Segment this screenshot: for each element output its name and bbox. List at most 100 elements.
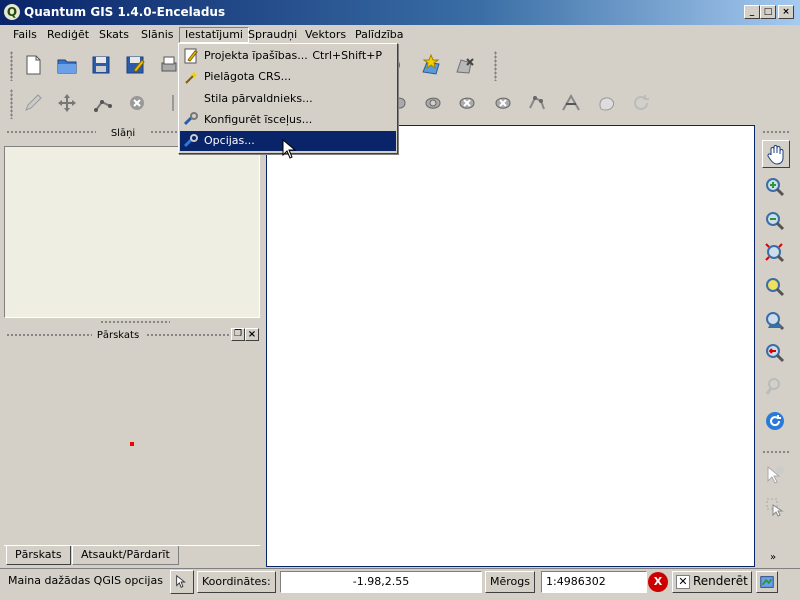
zoom-out-button[interactable]: [762, 208, 788, 234]
menu-layer[interactable]: Slānis: [136, 27, 179, 43]
maximize-button[interactable]: □: [760, 5, 776, 19]
node-tool-button[interactable]: [90, 90, 116, 116]
add-island-icon: [425, 97, 441, 109]
refresh-button[interactable]: [762, 408, 788, 434]
menu-help[interactable]: Palīdzība: [350, 27, 409, 43]
identify-button[interactable]: [762, 462, 788, 488]
toolbar-grip[interactable]: [762, 450, 790, 454]
render-checkbox-box[interactable]: ✕: [676, 575, 690, 589]
stop-render-icon[interactable]: X: [648, 572, 668, 592]
save-as-button[interactable]: [122, 52, 148, 78]
star-map-icon: [422, 54, 440, 75]
layers-panel-title: Slāņi: [110, 128, 136, 139]
delete-selected-button[interactable]: [124, 90, 150, 116]
new-bookmark-button[interactable]: [418, 52, 444, 78]
toggle-editing-button[interactable]: [20, 90, 46, 116]
shortcuts-icon: [183, 112, 198, 126]
menu-item-custom-crs[interactable]: Pielāgota CRS...: [180, 67, 396, 87]
open-project-button[interactable]: [54, 52, 80, 78]
scale-label: Mērogs: [485, 571, 535, 593]
delete-ring-icon: [459, 97, 475, 109]
toolbar-grip[interactable]: [762, 130, 790, 134]
move-feature-button[interactable]: [54, 90, 80, 116]
zoom-next-icon: [765, 378, 780, 395]
minimize-button[interactable]: _: [744, 5, 760, 19]
save-project-button[interactable]: [88, 52, 114, 78]
merge-features-button[interactable]: [594, 90, 620, 116]
panel-grip[interactable]: [6, 130, 96, 134]
print-icon: [161, 56, 177, 72]
coordinate-label: Koordinātes:: [197, 571, 276, 593]
menu-settings[interactable]: Iestatījumi: [179, 27, 249, 43]
menu-file[interactable]: Fails: [8, 27, 42, 43]
close-button[interactable]: ×: [778, 5, 794, 19]
toggle-extents-button[interactable]: [170, 570, 194, 594]
close-panel-button[interactable]: ×: [245, 328, 259, 341]
rotate-icon: [634, 95, 649, 110]
toolbar-grip[interactable]: [10, 89, 13, 119]
qgis-logo-icon: Q: [4, 4, 20, 20]
zoom-next-button[interactable]: [762, 374, 788, 400]
projection-icon: [760, 576, 774, 588]
delete-ring-button[interactable]: [454, 90, 480, 116]
toolbar-grip[interactable]: [10, 51, 13, 81]
layers-list[interactable]: [4, 146, 260, 318]
panel-grip[interactable]: [6, 333, 92, 337]
file-toolbar: [0, 47, 800, 85]
move-arrows-icon: [58, 94, 76, 112]
open-folder-icon: [57, 59, 77, 74]
menu-item-style-manager[interactable]: Stila pārvaldnieks...: [180, 89, 396, 109]
menu-plugins[interactable]: Spraudņi: [243, 27, 302, 43]
reshape-features-button[interactable]: [524, 90, 550, 116]
pan-hand-icon: [767, 145, 784, 165]
remove-layer-button[interactable]: [452, 52, 478, 78]
overview-panel-title: Pārskats: [96, 330, 140, 341]
menu-item-project-properties[interactable]: Projekta īpašības... Ctrl+Shift+P: [180, 46, 396, 66]
menu-vector[interactable]: Vektors: [300, 27, 351, 43]
delete-part-button[interactable]: [490, 90, 516, 116]
splitter-handle[interactable]: [100, 320, 170, 324]
node-tool-icon: [94, 100, 112, 112]
overview-extent-marker: [130, 442, 134, 446]
rotate-point-symbols-button[interactable]: [628, 90, 654, 116]
options-wrench-icon: [183, 134, 198, 148]
pan-button[interactable]: [762, 140, 790, 168]
save-as-icon: [126, 56, 145, 74]
new-project-button[interactable]: [20, 52, 46, 78]
map-canvas[interactable]: [266, 125, 755, 567]
crs-status-button[interactable]: [756, 571, 778, 593]
menu-view[interactable]: Skats: [94, 27, 134, 43]
panel-grip[interactable]: [146, 333, 230, 337]
menu-edit[interactable]: Rediģēt: [42, 27, 94, 43]
select-features-button[interactable]: [762, 494, 788, 520]
save-disk-icon: [92, 56, 110, 74]
reshape-icon: [529, 96, 545, 110]
settings-menu-dropdown: Projekta īpašības... Ctrl+Shift+P Pielāg…: [178, 43, 398, 154]
pencil-icon: [25, 94, 42, 111]
render-label: Renderēt: [693, 574, 748, 588]
add-island-button[interactable]: [420, 90, 446, 116]
tab-undo-redo[interactable]: Atsaukt/Pārdarīt: [72, 546, 179, 565]
zoom-full-button[interactable]: [762, 240, 788, 266]
menu-item-configure-shortcuts[interactable]: Konfigurēt īsceļus...: [180, 110, 396, 130]
float-panel-button[interactable]: ❐: [231, 328, 245, 341]
remove-layer-icon: [456, 58, 474, 74]
zoom-in-button[interactable]: [762, 174, 788, 200]
scale-field[interactable]: 1:4986302: [541, 571, 647, 593]
toolbar-extension-icon[interactable]: »: [770, 552, 776, 563]
menu-bar: Fails Rediģēt Skats Slānis Iestatījumi S…: [0, 25, 800, 45]
menu-item-label: Stila pārvaldnieks...: [204, 92, 313, 105]
zoom-to-layer-button[interactable]: [762, 308, 788, 334]
zoom-in-icon: [766, 178, 785, 197]
zoom-to-selection-button[interactable]: [762, 274, 788, 300]
tab-overview[interactable]: Pārskats: [6, 546, 71, 565]
toolbar-grip[interactable]: [494, 51, 497, 81]
split-features-button[interactable]: [558, 90, 584, 116]
zoom-last-icon: [766, 344, 785, 363]
delete-part-icon: [495, 97, 511, 109]
coordinate-field[interactable]: -1.98,2.55: [280, 571, 482, 593]
window-title: Quantum GIS 1.4.0-Enceladus: [24, 5, 226, 19]
zoom-last-button[interactable]: [762, 340, 788, 366]
menu-item-label: Konfigurēt īsceļus...: [204, 113, 313, 126]
render-checkbox[interactable]: ✕ Renderēt: [672, 571, 752, 593]
